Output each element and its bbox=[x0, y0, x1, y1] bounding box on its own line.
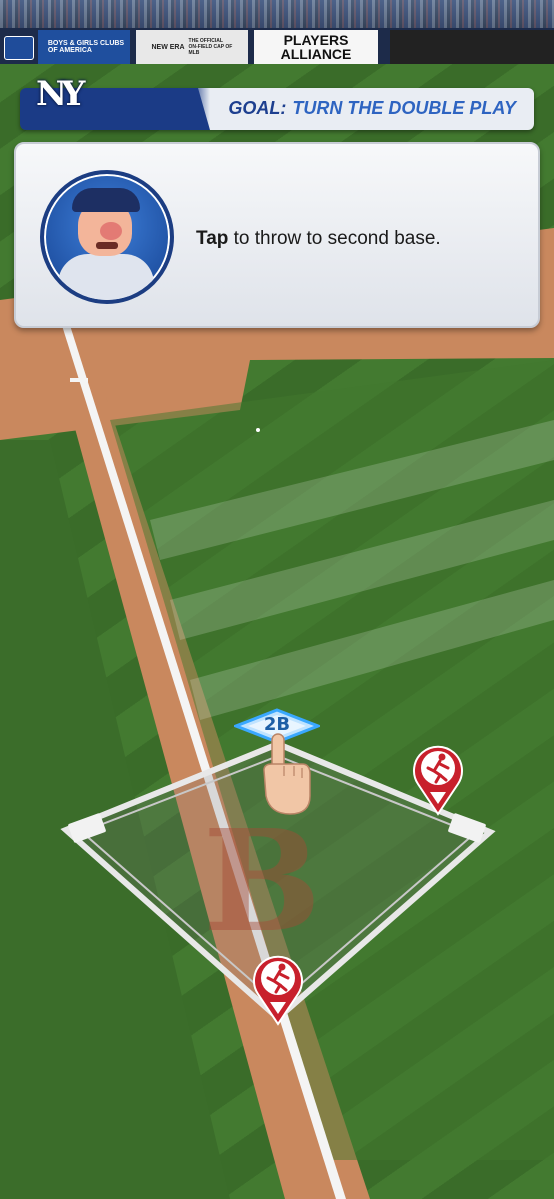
coach-mouth bbox=[96, 242, 118, 249]
coach-body bbox=[58, 254, 154, 300]
tap-hand-icon bbox=[263, 733, 311, 815]
instruction-rest: to throw to second base. bbox=[228, 228, 441, 249]
goal-description: TURN THE DOUBLE PLAY bbox=[292, 98, 516, 118]
runner-marker-icon bbox=[413, 745, 463, 816]
instruction-bold: Tap bbox=[196, 228, 229, 249]
boston-b-logo: B bbox=[203, 800, 321, 964]
distant-base bbox=[70, 378, 88, 382]
goal-text: GOAL: TURN THE DOUBLE PLAY bbox=[228, 98, 516, 119]
runner-marker-icon bbox=[253, 955, 303, 1026]
coach-nose bbox=[100, 222, 122, 240]
yankees-logo: NY bbox=[36, 74, 85, 114]
goal-label: GOAL: bbox=[228, 98, 287, 118]
game-scene[interactable]: BOYS & GIRLS CLUBS OF AMERICA NEW ERA TH… bbox=[0, 0, 554, 1199]
coach-avatar bbox=[40, 170, 174, 304]
coach-cap bbox=[72, 188, 140, 212]
tutorial-instruction: Tap to throw to second base. bbox=[196, 228, 441, 250]
baseball bbox=[256, 428, 260, 432]
